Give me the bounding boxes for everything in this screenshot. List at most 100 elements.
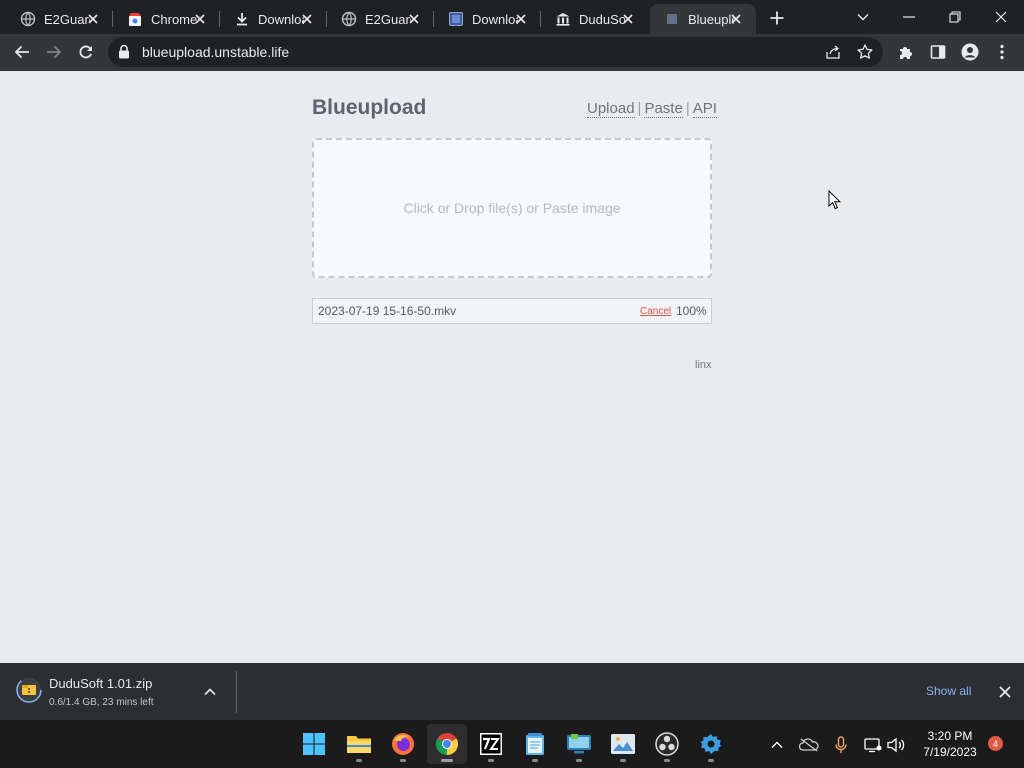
settings-gear-icon <box>700 734 722 754</box>
side-panel-icon <box>930 45 946 59</box>
mouse-cursor-icon <box>828 189 842 215</box>
profile-button[interactable] <box>956 38 984 66</box>
taskbar-remote-desktop[interactable] <box>559 724 599 764</box>
download-filename[interactable]: DuduSoft 1.01.zip <box>49 676 152 691</box>
close-tab-icon[interactable] <box>85 11 101 27</box>
back-button[interactable] <box>8 38 36 66</box>
kebab-menu-icon <box>1000 44 1004 60</box>
download-options-button[interactable] <box>204 683 216 701</box>
tab-e2guardian-2[interactable]: E2Guardian <box>327 4 434 34</box>
windows-taskbar: 3:20 PM 7/19/2023 4 <box>0 720 1024 768</box>
web-store-icon <box>127 11 143 27</box>
tab-download[interactable]: Download <box>434 4 541 34</box>
cloud-offline-icon <box>799 738 819 752</box>
network-icon <box>864 738 882 753</box>
close-tab-icon[interactable] <box>620 11 636 27</box>
close-tab-icon[interactable] <box>192 11 208 27</box>
tab-search-button[interactable] <box>840 0 886 34</box>
zip-file-icon[interactable] <box>16 677 42 703</box>
running-indicator <box>400 759 406 762</box>
start-button[interactable] <box>294 724 334 764</box>
taskbar-obs[interactable] <box>647 724 687 764</box>
nav-separator: | <box>637 100 642 117</box>
nav-separator: | <box>685 100 690 117</box>
site-title[interactable]: Blueupload <box>312 96 426 120</box>
tab-blueupload[interactable]: Blueupload <box>650 4 756 34</box>
tab-strip: E2Guardian Chrome Web Store Downloads E2… <box>0 0 1024 34</box>
reload-button[interactable] <box>72 38 100 66</box>
taskbar-clock[interactable]: 3:20 PM 7/19/2023 <box>912 728 988 760</box>
notification-badge[interactable]: 4 <box>988 736 1003 751</box>
puzzle-piece-icon <box>900 47 912 59</box>
running-indicator <box>664 759 670 762</box>
address-bar[interactable]: blueupload.unstable.life <box>108 37 883 67</box>
bookmark-star-icon[interactable] <box>856 43 874 66</box>
cancel-upload-link[interactable]: Cancel <box>640 306 671 317</box>
speaker-icon <box>887 737 905 753</box>
share-icon[interactable] <box>824 43 842 66</box>
minimize-icon <box>903 16 915 18</box>
restore-icon <box>949 11 961 23</box>
tab-title: DuduSoft <box>579 11 625 27</box>
nav-api-link[interactable]: API <box>692 100 717 118</box>
dropzone-instructions: Click or Drop file(s) or Paste image <box>403 200 621 216</box>
download-status: 0.6/1.4 GB, 23 mins left <box>49 697 154 708</box>
microphone-icon <box>835 736 847 753</box>
taskbar-photos[interactable] <box>603 724 643 764</box>
forward-button[interactable] <box>40 38 68 66</box>
close-tab-icon[interactable] <box>406 11 422 27</box>
nav-paste-link[interactable]: Paste <box>644 100 683 118</box>
tab-e2guardian-1[interactable]: E2Guardian <box>6 4 113 34</box>
obs-icon <box>655 732 679 756</box>
chrome-icon <box>436 733 458 755</box>
upload-progress-row: 2023-07-19 15-16-50.mkv Cancel 100% <box>312 298 712 324</box>
running-indicator <box>441 759 453 762</box>
microphone-tray[interactable] <box>830 734 852 756</box>
side-panel-button[interactable] <box>924 38 952 66</box>
start-icon <box>303 733 325 755</box>
running-indicator <box>576 759 582 762</box>
reload-icon <box>79 45 93 59</box>
tab-chrome-web-store[interactable]: Chrome Web Store <box>113 4 220 34</box>
volume-tray[interactable] <box>885 734 907 756</box>
close-tab-icon[interactable] <box>299 11 315 27</box>
show-all-downloads-button[interactable]: Show all <box>926 684 971 698</box>
upload-progress-percent: 100% <box>676 304 707 318</box>
close-tab-icon[interactable] <box>728 11 744 27</box>
forward-arrow-icon <box>47 45 62 59</box>
close-icon <box>995 11 1007 23</box>
close-window-button[interactable] <box>978 0 1024 34</box>
globe-icon <box>20 11 36 27</box>
close-tab-icon[interactable] <box>513 11 529 27</box>
globe-icon <box>341 11 357 27</box>
taskbar-chrome[interactable] <box>427 724 467 764</box>
taskbar-firefox[interactable] <box>383 724 423 764</box>
plus-icon <box>770 11 784 25</box>
taskbar-notepad[interactable] <box>515 724 555 764</box>
file-dropzone[interactable]: Click or Drop file(s) or Paste image <box>312 138 712 278</box>
tab-downloads[interactable]: Downloads <box>220 4 327 34</box>
new-tab-button[interactable] <box>766 7 788 29</box>
chrome-menu-button[interactable] <box>988 38 1016 66</box>
notepad-icon <box>526 733 544 755</box>
nav-upload-link[interactable]: Upload <box>587 100 635 118</box>
taskbar-7zip[interactable] <box>471 724 511 764</box>
show-hidden-icons-button[interactable] <box>766 734 788 756</box>
extensions-button[interactable] <box>892 38 920 66</box>
footer-linx-link[interactable]: linx <box>695 359 712 371</box>
shelf-divider <box>236 671 237 713</box>
download-shelf: DuduSoft 1.01.zip 0.6/1.4 GB, 23 mins le… <box>0 663 1024 720</box>
url-text[interactable]: blueupload.unstable.life <box>142 44 289 60</box>
taskbar-file-explorer[interactable] <box>339 724 379 764</box>
taskbar-settings[interactable] <box>691 724 731 764</box>
tab-title: Downloads <box>258 11 304 27</box>
close-shelf-button[interactable] <box>999 685 1011 703</box>
minimize-button[interactable] <box>886 0 932 34</box>
tab-dudusoft[interactable]: DuduSoft <box>541 4 648 34</box>
lock-icon[interactable] <box>118 44 130 64</box>
onedrive-tray[interactable] <box>798 734 820 756</box>
network-tray[interactable] <box>862 734 884 756</box>
restore-button[interactable] <box>932 0 978 34</box>
download-icon <box>234 11 250 27</box>
running-indicator <box>488 759 494 762</box>
